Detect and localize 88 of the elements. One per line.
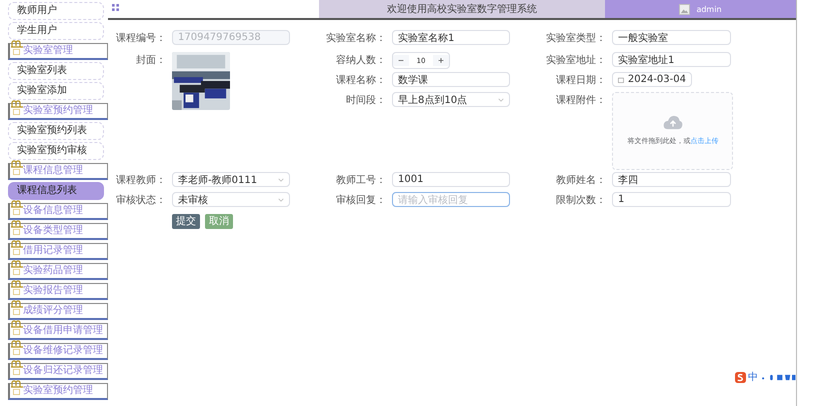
paperclip-icon <box>10 40 24 48</box>
chevron-down-icon <box>278 178 284 182</box>
field-label: 封面： <box>136 54 166 67</box>
paperclip-icon <box>10 240 24 248</box>
folder-icon <box>13 388 20 394</box>
field-label: 限制次数： <box>556 194 606 207</box>
field-label: 教师工号： <box>336 174 386 187</box>
field-label: 课程名称： <box>336 74 386 87</box>
folder-icon <box>13 228 20 234</box>
field-label: 实验室地址： <box>546 54 606 67</box>
paperclip-icon <box>10 320 24 328</box>
calendar-icon <box>618 76 624 82</box>
ime-tools-icon[interactable] <box>760 374 796 380</box>
field-label: 课程附件： <box>556 94 606 107</box>
text-field[interactable]: 李四 <box>612 172 731 187</box>
folder-icon <box>13 288 20 294</box>
submit-button[interactable]: 提交 <box>172 214 200 228</box>
plus-icon[interactable] <box>432 54 449 67</box>
chevron-down-icon <box>278 198 284 202</box>
paperclip-icon <box>10 380 24 388</box>
folder-icon <box>13 348 20 354</box>
field-label: 实验室名称： <box>326 32 386 45</box>
menu-item[interactable]: 课程信息列表 <box>8 182 104 200</box>
select-field[interactable]: 未审核 <box>172 192 290 207</box>
menu-item[interactable]: 实验室预约审核 <box>8 142 104 160</box>
chevron-down-icon <box>498 98 504 102</box>
field-label: 实验室类型： <box>546 32 606 45</box>
text-field[interactable]: 实验室地址1 <box>612 52 731 67</box>
menu-item[interactable]: 教师用户 <box>8 2 104 20</box>
field-label: 课程编号： <box>116 32 166 45</box>
menu-group[interactable]: 设备归还记录管理 <box>8 363 108 380</box>
folder-icon <box>13 168 20 174</box>
folder-icon <box>13 328 20 334</box>
paperclip-icon <box>10 280 24 288</box>
menu-group[interactable]: 实验室管理 <box>8 43 108 60</box>
field-label: 审核回复： <box>336 194 386 207</box>
menu-item[interactable]: 实验室添加 <box>8 82 104 100</box>
menu-group[interactable]: 借用记录管理 <box>8 243 108 260</box>
paperclip-icon <box>10 220 24 228</box>
folder-icon <box>13 368 20 374</box>
paperclip-icon <box>10 200 24 208</box>
menu-group[interactable]: 实验药品管理 <box>8 263 108 280</box>
menu-group[interactable]: 实验室预约管理 <box>8 383 108 400</box>
menu-group[interactable]: 设备信息管理 <box>8 203 108 220</box>
menu-group[interactable]: 实验报告管理 <box>8 283 108 300</box>
menu-group[interactable]: 设备类型管理 <box>8 223 108 240</box>
folder-icon <box>13 208 20 214</box>
date-field[interactable]: 2024-03-04 <box>612 72 692 87</box>
folder-icon <box>13 308 20 314</box>
text-field[interactable]: 1001 <box>392 172 510 187</box>
paperclip-icon <box>10 160 24 168</box>
menu-icon[interactable] <box>112 4 119 11</box>
select-field[interactable]: 李老师-教师0111 <box>172 172 290 187</box>
paperclip-icon <box>10 340 24 348</box>
cloud-upload-icon <box>662 114 682 130</box>
app-title: 欢迎使用高校实验室数字管理系统 <box>387 2 537 16</box>
paperclip-icon <box>10 360 24 368</box>
select-field[interactable]: 早上8点到10点 <box>392 92 510 107</box>
menu-group[interactable]: 设备维修记录管理 <box>8 343 108 360</box>
user-name: admin <box>696 4 722 14</box>
menu-item[interactable]: 实验室预约列表 <box>8 122 104 140</box>
field-label: 审核状态： <box>116 194 166 207</box>
field-label: 课程日期： <box>556 74 606 87</box>
paperclip-icon <box>10 100 24 108</box>
menu-item[interactable]: 实验室列表 <box>8 62 104 80</box>
folder-icon <box>13 48 20 54</box>
text-field[interactable]: 实验室名称1 <box>392 30 510 45</box>
paperclip-icon <box>10 300 24 308</box>
minus-icon[interactable] <box>393 54 409 67</box>
text-field[interactable]: 数学课 <box>392 72 510 87</box>
folder-icon <box>13 248 20 254</box>
field-label: 教师姓名： <box>556 174 606 187</box>
folder-icon <box>13 108 20 114</box>
paperclip-icon <box>10 260 24 268</box>
text-field[interactable]: 1 <box>612 192 731 207</box>
menu-group[interactable]: 设备借用申请管理 <box>8 323 108 340</box>
text-field[interactable]: 一般实验室 <box>612 30 731 45</box>
menu-item[interactable]: 学生用户 <box>8 22 104 40</box>
menu-group[interactable]: 实验室预约管理 <box>8 103 108 120</box>
ime-mode[interactable]: 中 <box>748 370 758 384</box>
field-label: 容纳人数： <box>336 54 386 67</box>
field-label: 时间段： <box>346 94 386 107</box>
menu-group[interactable]: 课程信息管理 <box>8 163 108 180</box>
ime-logo-icon[interactable] <box>735 372 746 382</box>
menu-group[interactable]: 成绩评分管理 <box>8 303 108 320</box>
avatar-icon[interactable] <box>679 4 690 14</box>
folder-icon <box>13 268 20 274</box>
field-label: 课程教师： <box>116 174 166 187</box>
